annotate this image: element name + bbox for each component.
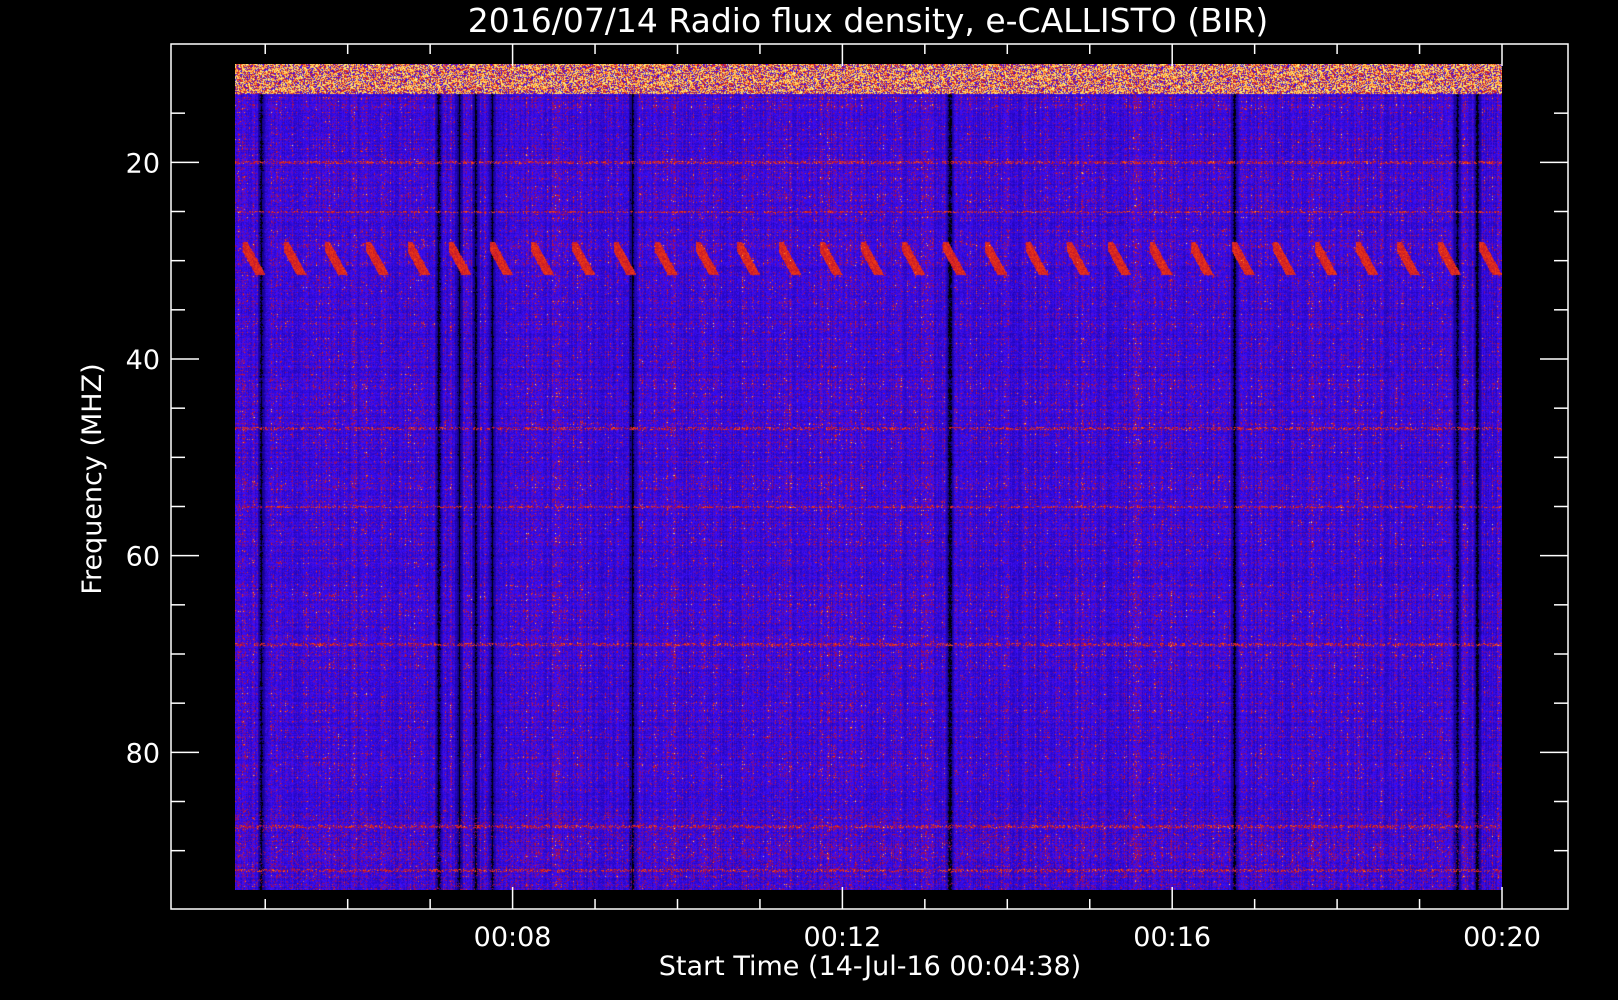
y-tick-label: 40 xyxy=(126,345,160,376)
spectrogram-chart: 2016/07/14 Radio flux density, e-CALLIST… xyxy=(0,0,1618,1000)
y-tick-label: 80 xyxy=(126,738,160,769)
x-tick-label: 00:16 xyxy=(1133,922,1211,953)
y-axis-label: Frequency (MHZ) xyxy=(77,363,108,594)
x-axis-label: Start Time (14-Jul-16 00:04:38) xyxy=(659,951,1081,982)
x-tick-label: 00:08 xyxy=(474,922,552,953)
x-tick-label: 00:20 xyxy=(1463,922,1541,953)
y-tick-label: 20 xyxy=(126,148,160,179)
spectrogram-heatmap xyxy=(235,64,1502,890)
x-tick-label: 00:12 xyxy=(803,922,881,953)
chart-title: 2016/07/14 Radio flux density, e-CALLIST… xyxy=(468,1,1269,40)
spectrogram-image xyxy=(235,64,1502,890)
y-tick-label: 60 xyxy=(126,542,160,573)
